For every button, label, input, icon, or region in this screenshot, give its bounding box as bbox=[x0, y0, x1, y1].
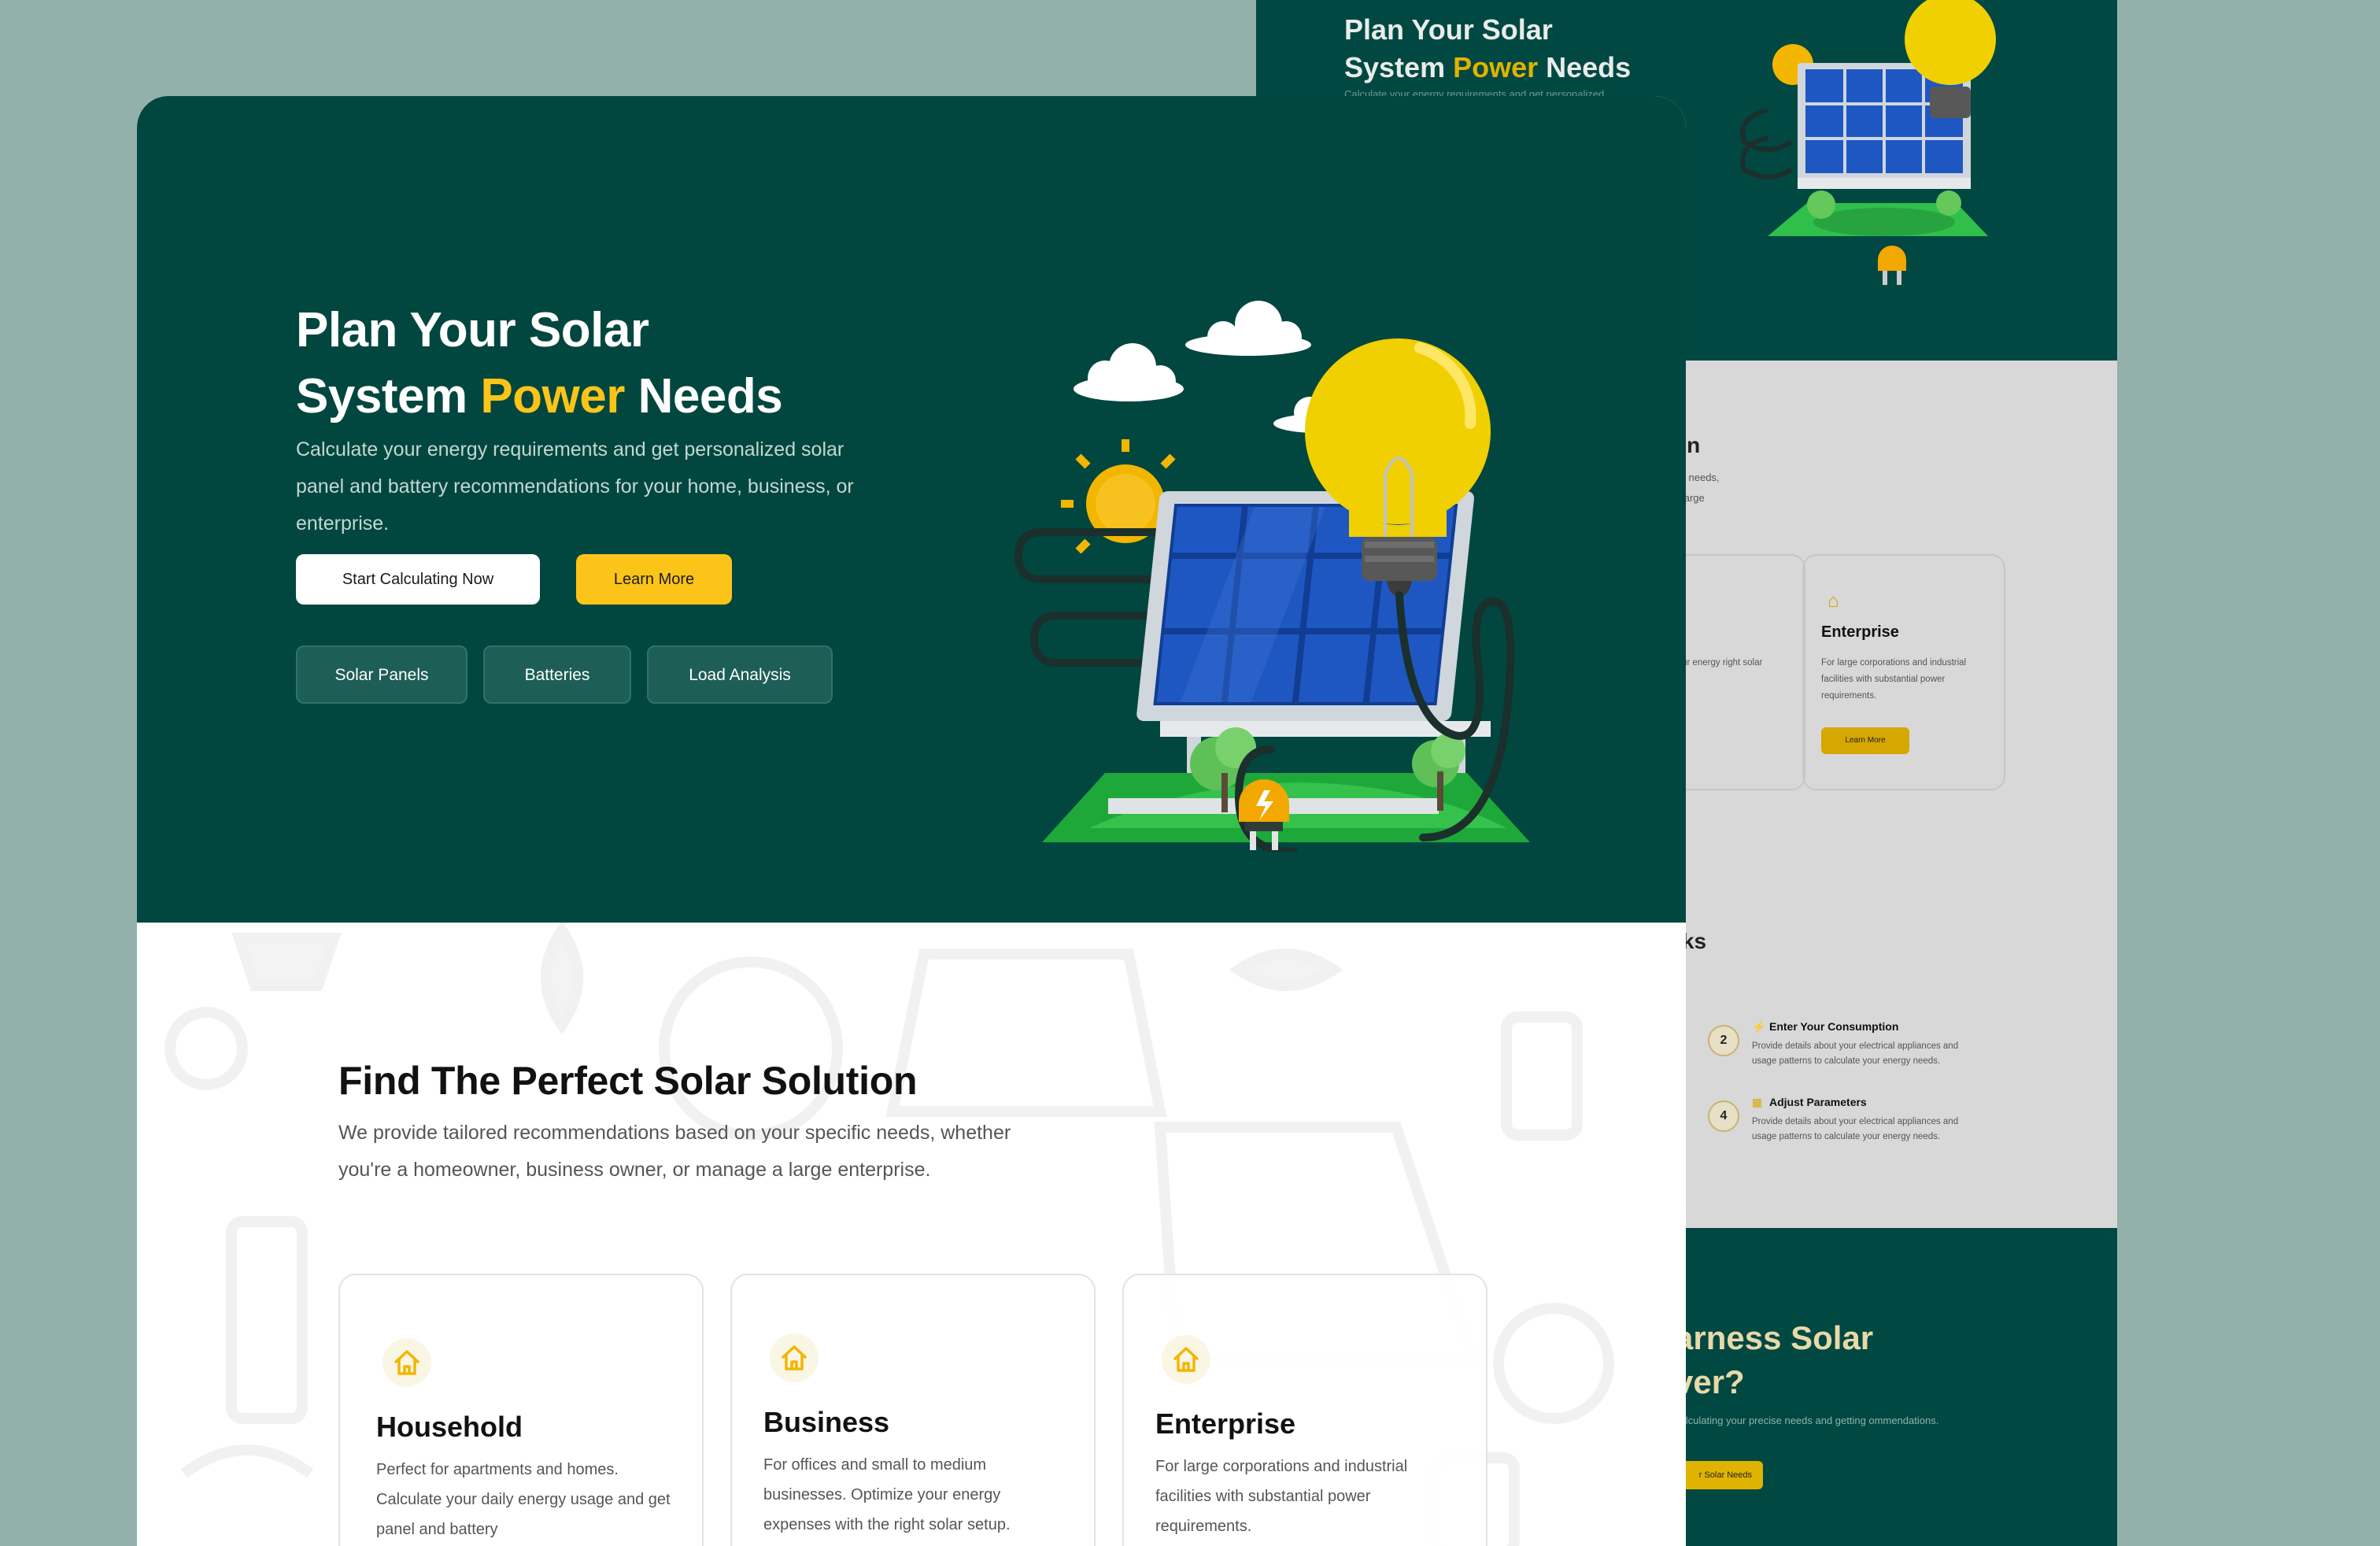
tag-load-analysis[interactable]: Load Analysis bbox=[647, 645, 833, 704]
bg-cta-title-line1: arness Solar bbox=[1675, 1319, 1874, 1356]
bg-cta-subtitle: calculating your precise needs and getti… bbox=[1675, 1415, 1939, 1426]
bg-hero-title-accent: Power bbox=[1453, 51, 1539, 83]
main-page-preview: Plan Your Solar System Power Needs Calcu… bbox=[137, 96, 1686, 1546]
bolt-icon: ⚡ bbox=[1752, 1020, 1766, 1033]
solar-panel-illustration bbox=[1014, 301, 1530, 852]
step-title: Adjust Parameters bbox=[1769, 1096, 1867, 1108]
step-title: Enter Your Consumption bbox=[1769, 1020, 1899, 1033]
tag-batteries[interactable]: Batteries bbox=[483, 645, 631, 704]
household-card[interactable]: Household Perfect for apartments and hom… bbox=[338, 1274, 704, 1546]
business-card-title: Business bbox=[763, 1406, 890, 1438]
house-icon bbox=[770, 1333, 819, 1382]
bg-enterprise-card: ⌂ Enterprise For large corporations and … bbox=[1802, 554, 2005, 790]
bg-solar-illustration bbox=[1740, 0, 1996, 285]
house-icon bbox=[382, 1338, 431, 1387]
bg-cta-button[interactable]: r Solar Needs bbox=[1675, 1461, 1763, 1489]
bg-enterprise-card-title: Enterprise bbox=[1821, 623, 1899, 641]
bg-hero-title-pre: System bbox=[1344, 51, 1454, 83]
hero-title: Plan Your Solar System Power Needs bbox=[296, 298, 894, 430]
sliders-icon: ▦ bbox=[1752, 1096, 1763, 1108]
solutions-title: Find The Perfect Solar Solution bbox=[338, 1059, 918, 1103]
hero-title-pre: System bbox=[296, 369, 481, 423]
bg-hero-title-post: Needs bbox=[1538, 51, 1632, 83]
bg-cta-title: arness Solar ver? bbox=[1675, 1316, 1873, 1404]
start-calculating-button[interactable]: Start Calculating Now bbox=[296, 554, 540, 605]
bg-hero-title: Plan Your Solar System Power Needs bbox=[1344, 11, 1706, 87]
hero-section: Plan Your Solar System Power Needs Calcu… bbox=[137, 96, 1686, 923]
enterprise-card-description: For large corporations and industrial fa… bbox=[1155, 1458, 1408, 1535]
solutions-section: Find The Perfect Solar Solution We provi… bbox=[137, 923, 1686, 1546]
step-number: 4 bbox=[1708, 1100, 1739, 1132]
enterprise-card[interactable]: Enterprise For large corporations and in… bbox=[1122, 1274, 1488, 1546]
hero-title-line1: Plan Your Solar bbox=[296, 303, 649, 357]
household-card-title: Household bbox=[376, 1411, 523, 1443]
bg-enterprise-learn-more-button[interactable]: Learn More bbox=[1821, 727, 1909, 754]
hero-title-accent: Power bbox=[480, 369, 625, 423]
solutions-description: We provide tailored recommendations base… bbox=[338, 1122, 1011, 1181]
tag-solar-panels[interactable]: Solar Panels bbox=[296, 645, 468, 704]
hero-subtitle: Calculate your energy requirements and g… bbox=[296, 438, 854, 534]
household-card-description: Perfect for apartments and homes. Calcul… bbox=[376, 1461, 671, 1538]
step-number: 2 bbox=[1708, 1025, 1739, 1056]
step-description: Provide details about your electrical ap… bbox=[1752, 1117, 1959, 1141]
business-card[interactable]: Business For offices and small to medium… bbox=[730, 1274, 1096, 1546]
bg-enterprise-card-description: For large corporations and industrial fa… bbox=[1821, 658, 1967, 701]
business-card-description: For offices and small to medium business… bbox=[763, 1456, 1011, 1533]
step-description: Provide details about your electrical ap… bbox=[1752, 1041, 1959, 1066]
hero-title-post: Needs bbox=[624, 369, 783, 423]
learn-more-button[interactable]: Learn More bbox=[576, 554, 732, 605]
house-icon bbox=[1162, 1335, 1210, 1384]
enterprise-card-title: Enterprise bbox=[1155, 1407, 1296, 1440]
house-icon: ⌂ bbox=[1828, 590, 1839, 612]
bg-hero-title-line1: Plan Your Solar bbox=[1344, 13, 1553, 46]
